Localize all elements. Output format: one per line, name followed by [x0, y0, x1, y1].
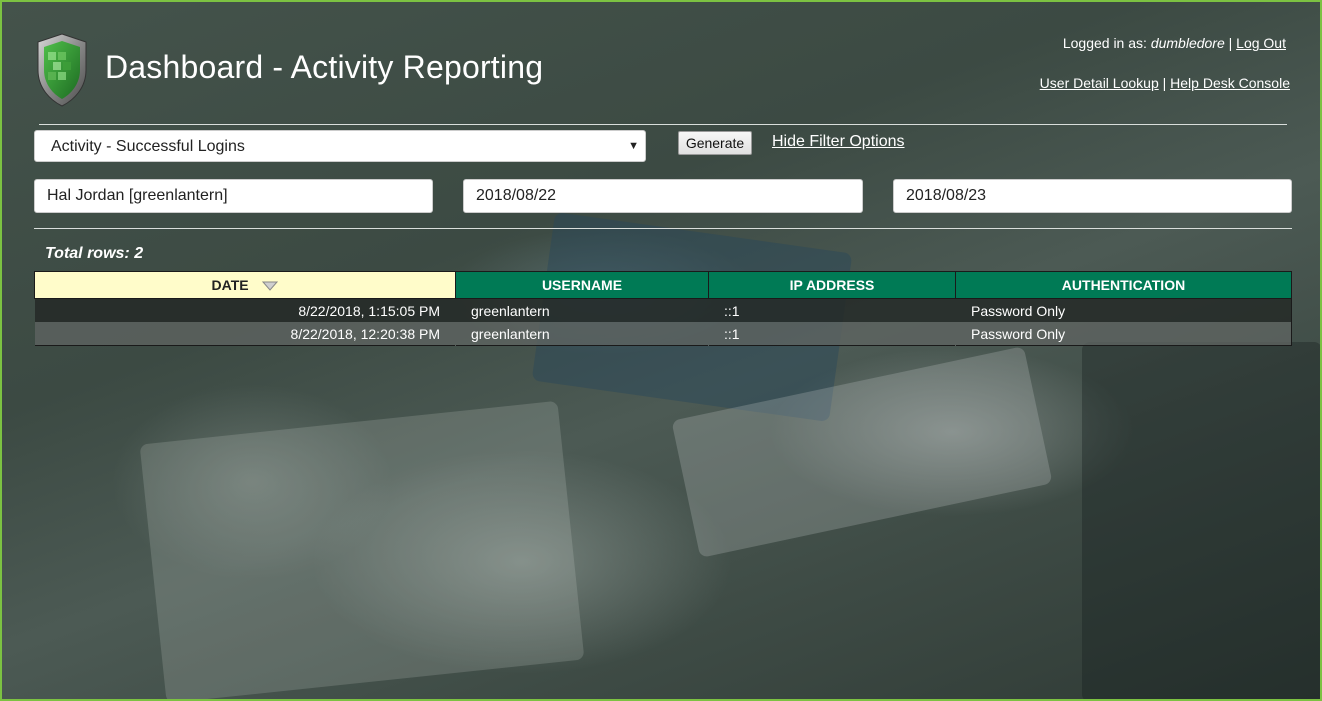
table-row[interactable]: 8/22/2018, 12:20:38 PM greenlantern ::1 … — [34, 322, 1292, 346]
logout-link[interactable]: Log Out — [1236, 35, 1286, 51]
user-filter-field[interactable]: Hal Jordan [greenlantern] — [34, 179, 433, 213]
column-header-label: Date — [211, 277, 249, 293]
table-header-row: Date Username IP Address Authentication — [34, 271, 1292, 299]
column-header-authentication[interactable]: Authentication — [955, 271, 1292, 299]
cell-date: 8/22/2018, 1:15:05 PM — [34, 298, 456, 322]
header-nav-links: User Detail Lookup | Help Desk Console — [1040, 75, 1290, 91]
background-shadow — [1082, 342, 1320, 699]
cell-authentication: Password Only — [955, 322, 1292, 346]
separator: | — [1162, 75, 1167, 91]
shield-logo-icon — [37, 33, 87, 107]
logged-in-info: Logged in as: dumbledore | Log Out — [1063, 35, 1286, 51]
cell-username: greenlantern — [455, 322, 709, 346]
column-header-username[interactable]: Username — [455, 271, 709, 299]
cell-ip-address: ::1 — [708, 322, 956, 346]
page-title: Dashboard - Activity Reporting — [105, 49, 544, 85]
total-rows-label: Total rows: 2 — [45, 245, 144, 262]
background-keyboard — [671, 346, 1053, 558]
sort-descending-icon — [262, 281, 279, 292]
separator: | — [1228, 35, 1233, 51]
cell-authentication: Password Only — [955, 298, 1292, 322]
help-desk-console-link[interactable]: Help Desk Console — [1170, 75, 1290, 91]
cell-date: 8/22/2018, 12:20:38 PM — [34, 322, 456, 346]
table-row[interactable]: 8/22/2018, 1:15:05 PM greenlantern ::1 P… — [34, 298, 1292, 322]
logged-in-username: dumbledore — [1150, 35, 1225, 51]
hide-filter-options-link[interactable]: Hide Filter Options — [772, 133, 905, 151]
divider — [34, 228, 1292, 229]
column-header-date[interactable]: Date — [34, 271, 456, 299]
background-papers — [139, 400, 585, 699]
page-header: Dashboard - Activity Reporting Logged in… — [2, 2, 1320, 112]
cell-username: greenlantern — [455, 298, 709, 322]
user-detail-lookup-link[interactable]: User Detail Lookup — [1040, 75, 1159, 91]
end-date-field[interactable]: 2018/08/23 — [893, 179, 1292, 213]
caret-down-icon: ▼ — [628, 140, 639, 152]
app-frame: Dashboard - Activity Reporting Logged in… — [0, 0, 1322, 701]
results-table: Date Username IP Address Authentication … — [34, 271, 1292, 346]
column-header-ip-address[interactable]: IP Address — [708, 271, 956, 299]
report-type-value: Activity - Successful Logins — [51, 138, 245, 155]
start-date-field[interactable]: 2018/08/22 — [463, 179, 863, 213]
generate-button[interactable]: Generate — [678, 131, 752, 155]
logged-in-label: Logged in as: — [1062, 35, 1151, 51]
cell-ip-address: ::1 — [708, 298, 956, 322]
divider — [39, 124, 1287, 125]
report-type-select[interactable]: Activity - Successful Logins ▼ — [34, 130, 646, 162]
